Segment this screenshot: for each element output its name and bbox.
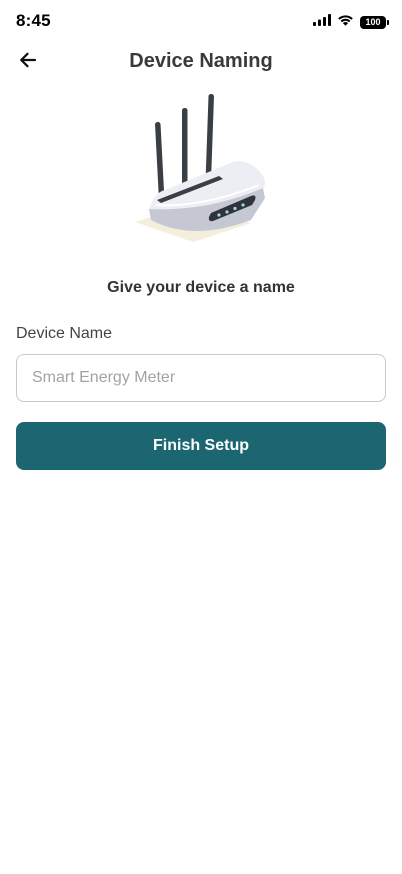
page-title: Device Naming (129, 50, 273, 72)
cellular-signal-icon (313, 13, 331, 31)
wifi-icon (337, 13, 354, 31)
status-bar: 8:45 100 (0, 0, 402, 42)
device-name-label: Device Name (16, 325, 113, 342)
wifi-router-illustration (131, 92, 271, 247)
battery-tip (387, 19, 389, 25)
finish-setup-button[interactable]: Finish Setup (16, 422, 386, 470)
battery-icon: 100 (360, 15, 389, 29)
device-name-input[interactable] (16, 354, 386, 402)
battery-level: 100 (365, 16, 381, 27)
header: Device Naming (0, 42, 402, 82)
status-icons: 100 (313, 13, 389, 31)
status-time: 8:45 (16, 11, 51, 30)
instruction-text: Give your device a name (107, 279, 295, 296)
